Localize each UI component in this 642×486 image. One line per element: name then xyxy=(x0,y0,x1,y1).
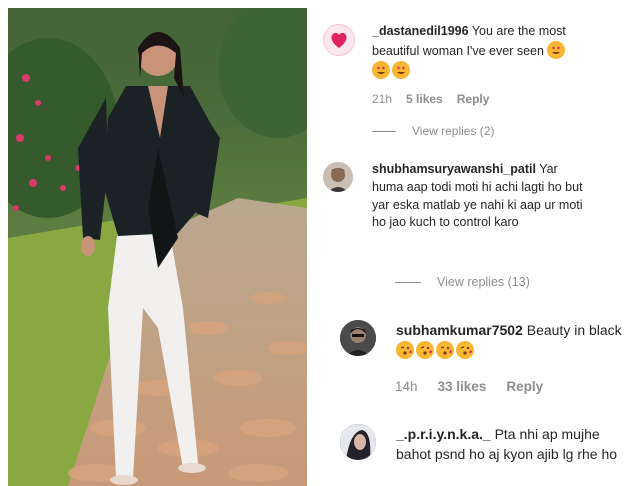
post-photo xyxy=(8,8,307,486)
comment-time: 14h xyxy=(395,379,418,394)
comment-username[interactable]: subhamkumar7502 xyxy=(396,322,523,338)
comment: subhamkumar7502 Beauty in black 14h 33 l… xyxy=(335,318,635,408)
reply-button[interactable]: Reply xyxy=(457,92,490,106)
comment: shubhamsuryawanshi_patil Yar huma aap to… xyxy=(320,158,630,298)
profile-photo-icon xyxy=(323,162,353,192)
divider-line xyxy=(372,130,396,132)
profile-photo-icon xyxy=(340,424,376,460)
heart-eyes-emoji-icon xyxy=(547,40,566,59)
view-replies-label[interactable]: View replies (13) xyxy=(437,275,530,289)
emoji-group xyxy=(396,340,476,359)
comment-meta: 21h 5 likes Reply xyxy=(372,92,489,106)
kiss-emoji-icon xyxy=(416,340,434,359)
view-replies-button[interactable]: View replies (13) xyxy=(395,275,530,289)
comment-username[interactable]: _.p.r.i.y.n.k.a._ xyxy=(396,426,491,442)
avatar[interactable] xyxy=(340,320,376,356)
comment-likes[interactable]: 5 likes xyxy=(406,92,443,106)
comment-text: _.p.r.i.y.n.k.a._ Pta nhi ap mujhe bahot… xyxy=(396,425,632,465)
kiss-emoji-icon xyxy=(436,340,454,359)
heart-eyes-emoji-icon xyxy=(372,60,390,79)
avatar[interactable] xyxy=(340,424,376,460)
comment-meta: 14h 33 likes Reply xyxy=(395,379,543,394)
comment: _dastanedil1996 You are the most beautif… xyxy=(320,20,630,140)
reply-button[interactable]: Reply xyxy=(506,379,543,394)
comment-likes[interactable]: 33 likes xyxy=(438,379,487,394)
divider-line xyxy=(395,281,421,283)
comment: _.p.r.i.y.n.k.a._ Pta nhi ap mujhe bahot… xyxy=(335,422,635,484)
comment-text: subhamkumar7502 Beauty in black xyxy=(396,321,626,361)
kiss-emoji-icon xyxy=(396,340,414,359)
view-replies-label[interactable]: View replies (2) xyxy=(412,124,494,138)
view-replies-button[interactable]: View replies (2) xyxy=(372,124,494,138)
comment-time: 21h xyxy=(372,92,393,106)
heart-icon xyxy=(331,32,347,48)
profile-photo-icon xyxy=(340,320,376,356)
avatar[interactable] xyxy=(323,24,355,56)
kiss-emoji-icon xyxy=(456,340,474,359)
avatar[interactable] xyxy=(323,162,353,192)
comment-username[interactable]: _dastanedil1996 xyxy=(372,24,469,38)
heart-eyes-emoji-icon xyxy=(392,60,410,79)
comment-username[interactable]: shubhamsuryawanshi_patil xyxy=(372,162,536,176)
comment-body: Beauty in black xyxy=(526,322,622,338)
comment-text: shubhamsuryawanshi_patil Yar huma aap to… xyxy=(372,161,584,232)
comment-text: _dastanedil1996 You are the most beautif… xyxy=(372,23,582,80)
